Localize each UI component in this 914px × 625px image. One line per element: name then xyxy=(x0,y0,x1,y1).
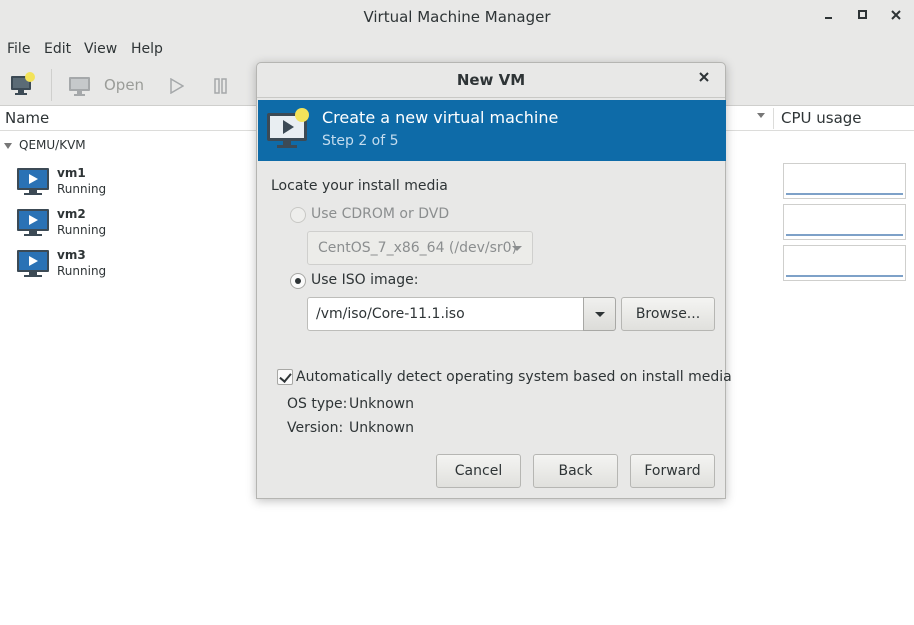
cancel-button[interactable]: Cancel xyxy=(436,454,521,488)
cpu-usage-graph xyxy=(783,163,906,199)
menu-edit[interactable]: Edit xyxy=(44,41,71,57)
cdrom-device-value: CentOS_7_x86_64 (/dev/sr0) xyxy=(318,240,518,256)
new-vm-icon xyxy=(11,72,35,95)
iso-radio-label: Use ISO image: xyxy=(311,272,419,288)
list-item[interactable]: vm2 Running xyxy=(16,207,216,247)
chevron-down-icon xyxy=(512,246,522,251)
column-cpu-usage[interactable]: CPU usage xyxy=(781,109,862,127)
connection-group[interactable]: QEMU/KVM xyxy=(4,138,86,152)
cdrom-radio-button[interactable] xyxy=(290,207,306,223)
menu-bar: File Edit View Help xyxy=(0,36,914,64)
back-button[interactable]: Back xyxy=(533,454,618,488)
new-vm-button[interactable] xyxy=(10,72,36,100)
os-type-key: OS type: xyxy=(287,396,348,412)
vm-name: vm3 xyxy=(57,248,86,262)
iso-dropdown-button[interactable] xyxy=(583,297,616,331)
connection-name: QEMU/KVM xyxy=(19,138,86,152)
list-item[interactable]: vm3 Running xyxy=(16,248,216,288)
forward-button[interactable]: Forward xyxy=(630,454,715,488)
minimize-icon[interactable] xyxy=(819,8,839,28)
vm-status: Running xyxy=(57,223,107,237)
dialog-step: Step 2 of 5 xyxy=(322,133,399,149)
menu-view[interactable]: View xyxy=(84,41,117,57)
open-button-label[interactable]: Open xyxy=(104,76,144,94)
cdrom-radio-label: Use CDROM or DVD xyxy=(311,206,450,222)
dialog-banner: Create a new virtual machine Step 2 of 5 xyxy=(258,100,726,161)
close-icon[interactable] xyxy=(886,8,906,28)
column-separator xyxy=(773,108,774,129)
vm-status: Running xyxy=(57,264,107,278)
iso-path-combo[interactable]: /vm/iso/Core-11.1.iso xyxy=(307,297,616,331)
vm-monitor-icon xyxy=(16,208,50,242)
os-type-value: Unknown xyxy=(349,396,414,412)
locate-media-label: Locate your install media xyxy=(271,178,448,194)
dialog-title: New VM xyxy=(456,71,526,89)
toolbar-separator xyxy=(51,69,52,101)
version-value: Unknown xyxy=(349,420,414,436)
open-vm-icon[interactable] xyxy=(68,75,92,101)
pause-icon[interactable] xyxy=(214,78,228,98)
auto-detect-label: Automatically detect operating system ba… xyxy=(296,369,732,385)
new-vm-icon xyxy=(266,108,312,154)
window-titlebar: Virtual Machine Manager xyxy=(0,0,914,36)
menu-help[interactable]: Help xyxy=(131,41,163,57)
cpu-usage-graph xyxy=(783,245,906,281)
auto-detect-checkbox[interactable] xyxy=(277,369,293,385)
vm-monitor-icon xyxy=(16,167,50,201)
iso-path-input[interactable]: /vm/iso/Core-11.1.iso xyxy=(316,306,465,322)
chevron-down-icon[interactable] xyxy=(757,113,765,118)
version-key: Version: xyxy=(287,420,344,436)
column-name[interactable]: Name xyxy=(5,109,49,127)
cdrom-device-select: CentOS_7_x86_64 (/dev/sr0) xyxy=(307,231,533,265)
vm-name: vm2 xyxy=(57,207,86,221)
window-title: Virtual Machine Manager xyxy=(363,8,551,26)
dialog-heading: Create a new virtual machine xyxy=(322,108,559,127)
iso-radio-button[interactable] xyxy=(290,273,306,289)
menu-file[interactable]: File xyxy=(7,41,30,57)
new-vm-dialog: New VM Create a new virtual machine Step… xyxy=(256,62,732,499)
vm-name: vm1 xyxy=(57,166,86,180)
dialog-titlebar: New VM xyxy=(257,63,725,98)
dialog-close-icon[interactable] xyxy=(698,71,710,87)
chevron-down-icon xyxy=(595,312,605,317)
vm-status: Running xyxy=(57,182,107,196)
maximize-icon[interactable] xyxy=(853,8,873,28)
cpu-usage-graph xyxy=(783,204,906,240)
expander-icon[interactable] xyxy=(4,142,12,149)
run-icon[interactable] xyxy=(170,77,185,98)
vm-monitor-icon xyxy=(16,249,50,283)
browse-button[interactable]: Browse... xyxy=(621,297,715,331)
list-item[interactable]: vm1 Running xyxy=(16,166,216,206)
